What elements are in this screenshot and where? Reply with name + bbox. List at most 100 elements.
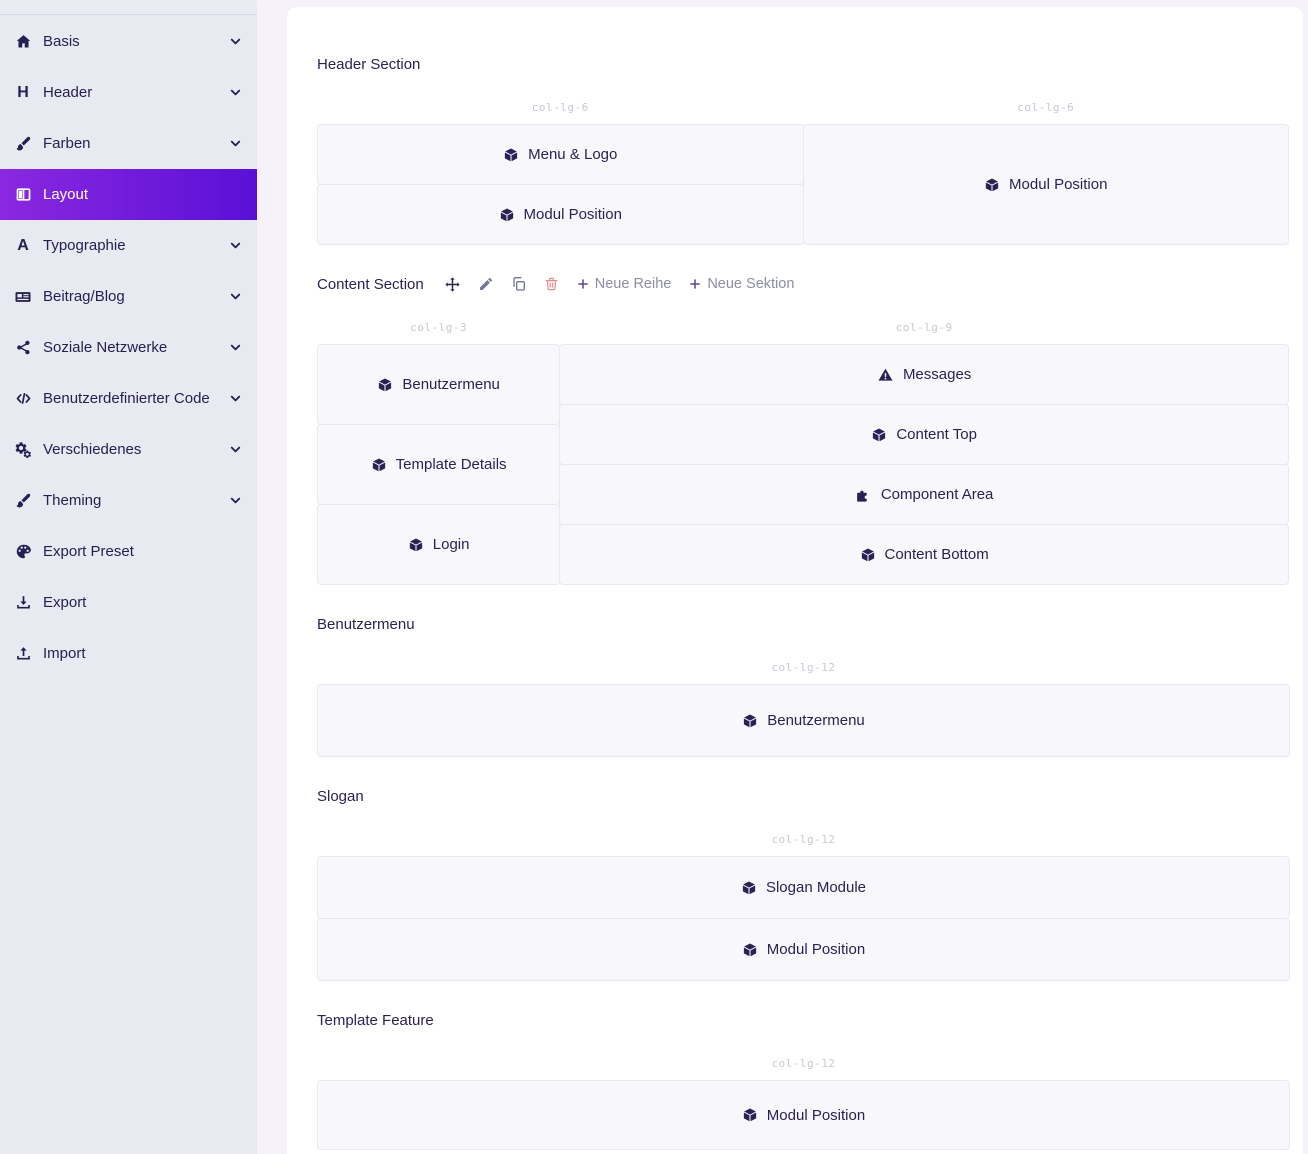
column-size-label: col-lg-12 (317, 833, 1290, 847)
sidebar-item-label: Farben (43, 135, 228, 152)
sidebar-item-label: Verschiedenes (43, 441, 228, 458)
sidebar-item-label: Basis (43, 33, 228, 50)
chevron-down-icon (228, 391, 243, 406)
sidebar-item-typographie[interactable]: A Typographie (0, 220, 257, 271)
module-cell[interactable]: Slogan Module (317, 856, 1290, 919)
module-cell[interactable]: Benutzermenu (317, 344, 560, 425)
module-cell[interactable]: Template Details (317, 424, 560, 505)
sidebar-item-soziale-netzwerke[interactable]: Soziale Netzwerke (0, 322, 257, 373)
sidebar-item-theming[interactable]: Theming (0, 475, 257, 526)
sidebar-item-basis[interactable]: Basis (0, 16, 257, 67)
sidebar-item-import[interactable]: Import (0, 628, 257, 679)
move-icon[interactable] (444, 276, 461, 293)
sidebar-item-label: Typographie (43, 237, 228, 254)
module-cell-label: Modul Position (524, 206, 622, 223)
module-cell[interactable]: Content Bottom (559, 524, 1289, 585)
column-size-label: col-lg-6 (803, 101, 1290, 115)
sidebar-item-export-preset[interactable]: Export Preset (0, 526, 257, 577)
section-title: Benutzermenu (317, 616, 415, 633)
newspaper-icon (12, 288, 34, 306)
module-cell-label: Benutzermenu (402, 376, 500, 393)
cube-icon (503, 147, 519, 163)
sidebar-item-beitrag-blog[interactable]: Beitrag/Blog (0, 271, 257, 322)
module-cell[interactable]: Modul Position (803, 124, 1290, 245)
grid-column: col-lg-3 Benutzermenu Template Details L… (317, 321, 560, 585)
chevron-down-icon (228, 34, 243, 49)
module-cell[interactable]: Login (317, 504, 560, 585)
grid-column: col-lg-9 Messages Content Top Component … (559, 321, 1289, 585)
chevron-down-icon (228, 442, 243, 457)
warning-icon (877, 367, 894, 383)
module-cell[interactable]: Benutzermenu (317, 684, 1290, 757)
section-title: Slogan (317, 788, 364, 805)
puzzle-icon (855, 486, 872, 503)
upload-icon (12, 645, 34, 662)
chevron-down-icon (228, 493, 243, 508)
section-header-section: Header Section col-lg-6 Menu & Logo Modu… (317, 54, 1290, 245)
grid-column: col-lg-6 Menu & Logo Modul Position (317, 101, 804, 245)
chevron-down-icon (228, 85, 243, 100)
section-template-feature: Template Feature col-lg-12 Modul Positio… (317, 1010, 1290, 1150)
cube-icon (860, 547, 876, 563)
copy-icon[interactable] (511, 276, 527, 292)
delete-icon[interactable] (544, 276, 559, 292)
section-content-section: Content Section Neue Re (317, 274, 1290, 585)
chevron-down-icon (228, 340, 243, 355)
columns-icon (12, 186, 34, 203)
new-row-button[interactable]: Neue Reihe (576, 276, 672, 292)
sidebar-item-farben[interactable]: Farben (0, 118, 257, 169)
module-cell-label: Messages (903, 366, 971, 383)
module-cell[interactable]: Menu & Logo (317, 124, 804, 185)
grid-column: col-lg-6 Modul Position (803, 101, 1290, 245)
section-slogan: Slogan col-lg-12 Slogan Module Modul Pos… (317, 786, 1290, 981)
sidebar-item-header[interactable]: H Header (0, 67, 257, 118)
section-benutzermenu: Benutzermenu col-lg-12 Benutzermenu (317, 614, 1290, 757)
column-size-label: col-lg-6 (317, 101, 804, 115)
cube-icon (742, 713, 758, 729)
brush-icon (12, 492, 34, 509)
cube-icon (499, 207, 515, 223)
sidebar-item-benutzerdefinierter-code[interactable]: Benutzerdefinierter Code (0, 373, 257, 424)
layout-builder-panel: Header Section col-lg-6 Menu & Logo Modu… (287, 7, 1303, 1154)
sidebar-top-divider (0, 0, 257, 15)
share-icon (12, 339, 34, 356)
grid-column: col-lg-12 Benutzermenu (317, 661, 1290, 757)
module-cell[interactable]: Modul Position (317, 1080, 1290, 1150)
module-cell-label: Template Details (396, 456, 507, 473)
cube-icon (984, 177, 1000, 193)
sidebar-item-label: Theming (43, 492, 228, 509)
module-cell-label: Login (433, 536, 470, 553)
new-row-label: Neue Reihe (595, 276, 672, 292)
cube-icon (377, 377, 393, 393)
column-size-label: col-lg-12 (317, 1057, 1290, 1071)
cube-icon (871, 427, 887, 443)
cube-icon (408, 537, 424, 553)
plus-icon (688, 277, 702, 291)
code-icon (12, 390, 34, 407)
module-cell[interactable]: Content Top (559, 404, 1289, 465)
module-cell-label: Slogan Module (766, 879, 866, 896)
sidebar-item-label: Export (43, 594, 243, 611)
edit-icon[interactable] (478, 276, 494, 292)
cube-icon (742, 1107, 758, 1123)
module-cell-label: Modul Position (767, 941, 865, 958)
new-section-button[interactable]: Neue Sektion (688, 276, 794, 292)
module-cell[interactable]: Modul Position (317, 184, 804, 245)
sidebar-item-verschiedenes[interactable]: Verschiedenes (0, 424, 257, 475)
grid-column: col-lg-12 Slogan Module Modul Position (317, 833, 1290, 981)
section-title: Header Section (317, 56, 420, 73)
sidebar-item-export[interactable]: Export (0, 577, 257, 628)
cogs-icon (12, 441, 34, 459)
sidebar-item-label: Layout (43, 186, 243, 203)
module-cell[interactable]: Modul Position (317, 918, 1290, 981)
module-cell-label: Menu & Logo (528, 146, 617, 163)
chevron-down-icon (228, 289, 243, 304)
module-cell[interactable]: Component Area (559, 464, 1289, 525)
sidebar-item-label: Import (43, 645, 243, 662)
sidebar-item-layout[interactable]: Layout (0, 169, 257, 220)
module-cell-label: Benutzermenu (767, 712, 865, 729)
grid-column: col-lg-12 Modul Position (317, 1057, 1290, 1150)
module-cell[interactable]: Messages (559, 344, 1289, 405)
download-icon (12, 594, 34, 611)
home-icon (12, 33, 34, 50)
